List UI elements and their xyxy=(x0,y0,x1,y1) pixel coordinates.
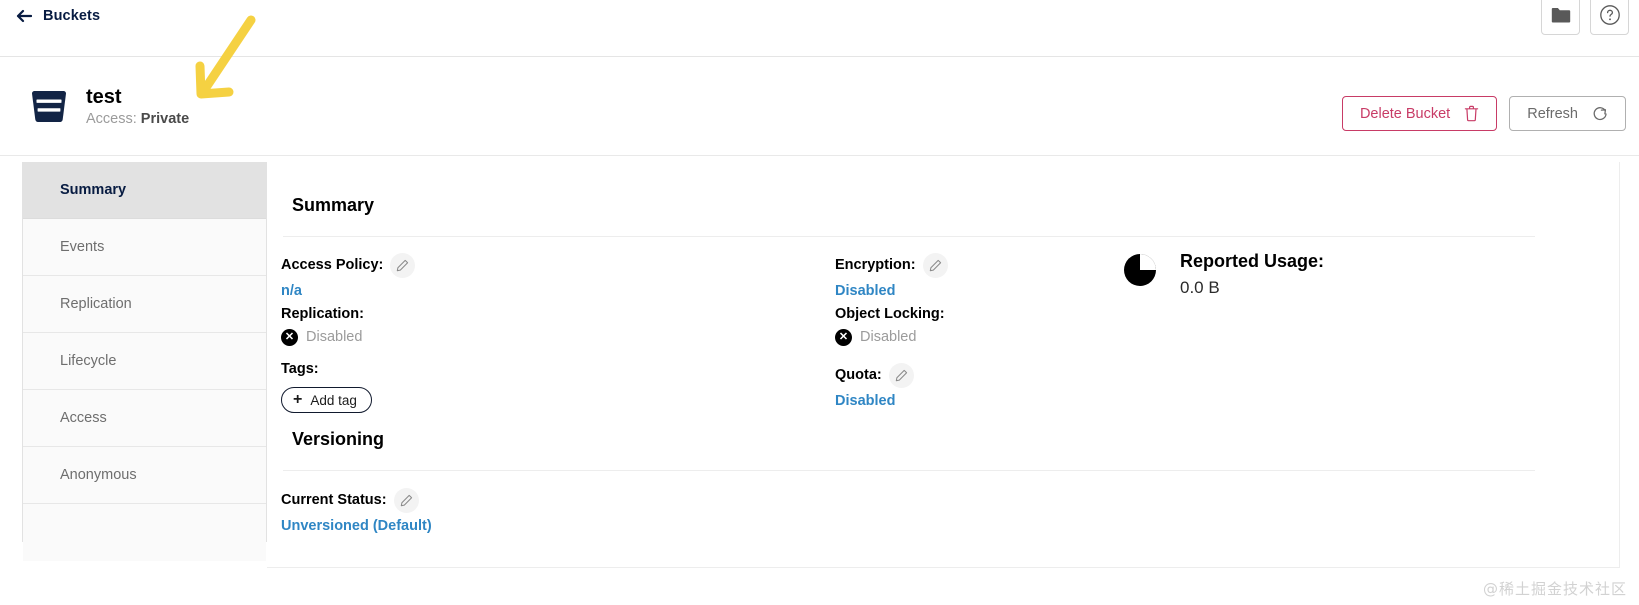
object-locking-label: Object Locking: xyxy=(835,306,945,322)
sidebar-filler xyxy=(23,504,266,561)
sidebar-item-label: Events xyxy=(60,239,105,255)
versioning-section-title: Versioning xyxy=(292,429,385,449)
bucket-detail-page: Buckets test Access: Private Delete Buck… xyxy=(0,0,1639,605)
pencil-icon xyxy=(929,259,942,272)
sidebar-item-label: Anonymous xyxy=(60,467,137,483)
current-status-label: Current Status: xyxy=(281,492,387,508)
quota-value[interactable]: Disabled xyxy=(835,393,895,409)
quota-label: Quota: xyxy=(835,367,882,383)
object-locking-label-row: Object Locking: xyxy=(835,305,945,324)
bucket-access-label: Access: xyxy=(86,111,137,127)
x-circle-icon: ✕ xyxy=(281,329,298,346)
trash-icon xyxy=(1464,105,1479,122)
folder-button[interactable] xyxy=(1541,0,1580,35)
quota-value-row: Disabled xyxy=(835,392,914,411)
sidebar-item-events[interactable]: Events xyxy=(23,219,266,276)
current-status-label-row: Current Status: xyxy=(281,488,432,513)
reported-usage-block: Reported Usage: 0.0 B xyxy=(1123,250,1324,300)
field-access-policy: Access Policy: n/a xyxy=(281,253,416,301)
sidebar-item-replication[interactable]: Replication xyxy=(23,276,266,333)
encryption-value[interactable]: Disabled xyxy=(835,283,895,299)
sidebar-item-label: Replication xyxy=(60,296,132,312)
back-to-buckets-link[interactable]: Buckets xyxy=(16,2,100,30)
encryption-label-row: Encryption: xyxy=(835,253,948,278)
refresh-icon xyxy=(1592,105,1608,122)
sidebar-item-label: Access xyxy=(60,410,107,426)
tags-label-row: Tags: xyxy=(281,360,372,379)
replication-value-row: ✕ Disabled xyxy=(281,328,364,347)
replication-label-row: Replication: xyxy=(281,305,364,324)
quota-label-row: Quota: xyxy=(835,363,914,388)
delete-bucket-button[interactable]: Delete Bucket xyxy=(1341,96,1498,131)
field-encryption: Encryption: Disabled xyxy=(835,253,948,301)
topbar-actions xyxy=(1541,0,1629,35)
add-tag-button[interactable]: + Add tag xyxy=(281,387,372,413)
bucket-icon xyxy=(27,85,71,129)
edit-access-policy-button[interactable] xyxy=(390,253,416,278)
help-circle-icon xyxy=(1599,4,1621,26)
bucket-access-value: Private xyxy=(140,111,190,127)
edit-current-status-button[interactable] xyxy=(393,488,419,513)
field-quota: Quota: Disabled xyxy=(835,363,914,411)
watermark: @稀土掘金技术社区 xyxy=(1482,580,1627,598)
pie-chart-icon xyxy=(1123,253,1157,287)
bucket-text: test Access: Private xyxy=(86,85,189,129)
encryption-label: Encryption: xyxy=(835,257,916,273)
current-status-value[interactable]: Unversioned (Default) xyxy=(281,518,432,534)
delete-bucket-label: Delete Bucket xyxy=(1359,105,1451,122)
field-replication: Replication: ✕ Disabled xyxy=(281,305,364,347)
field-current-status: Current Status: Unversioned (Default) xyxy=(281,488,432,536)
help-button[interactable] xyxy=(1590,0,1629,35)
back-link-label: Buckets xyxy=(43,8,101,24)
field-object-locking: Object Locking: ✕ Disabled xyxy=(835,305,945,347)
replication-label: Replication: xyxy=(281,306,364,322)
summary-divider xyxy=(283,236,1535,237)
tags-label: Tags: xyxy=(281,361,319,377)
access-policy-value[interactable]: n/a xyxy=(281,283,302,299)
bucket-name: test xyxy=(86,86,122,108)
bucket-header-actions: Delete Bucket Refresh xyxy=(1341,96,1626,131)
refresh-button-label: Refresh xyxy=(1527,105,1578,122)
object-locking-value: Disabled xyxy=(860,329,917,345)
reported-usage-label: Reported Usage: xyxy=(1180,251,1325,271)
plus-icon: + xyxy=(293,391,303,408)
replication-value: Disabled xyxy=(306,329,363,345)
edit-quota-button[interactable] xyxy=(888,363,914,388)
encryption-value-row: Disabled xyxy=(835,282,948,301)
field-tags: Tags: + Add tag xyxy=(281,360,372,413)
versioning-divider xyxy=(283,470,1535,471)
pencil-icon xyxy=(400,494,413,507)
folder-icon xyxy=(1551,7,1571,24)
reported-usage-text: Reported Usage: 0.0 B xyxy=(1180,250,1324,300)
bucket-header: test Access: Private Delete Bucket Refre… xyxy=(0,57,1639,156)
arrow-left-icon xyxy=(16,9,33,23)
x-circle-icon: ✕ xyxy=(835,329,852,346)
sidebar-item-summary[interactable]: Summary xyxy=(23,162,266,219)
add-tag-label: Add tag xyxy=(310,392,357,408)
bucket-identity: test Access: Private xyxy=(27,85,189,129)
edit-encryption-button[interactable] xyxy=(922,253,948,278)
reported-usage-value: 0.0 B xyxy=(1180,278,1220,297)
pencil-icon xyxy=(396,259,409,272)
summary-section-title: Summary xyxy=(292,195,375,215)
access-policy-label-row: Access Policy: xyxy=(281,253,416,278)
top-bar: Buckets xyxy=(0,0,1639,57)
pencil-icon xyxy=(895,369,908,382)
sidebar-item-label: Summary xyxy=(60,182,127,198)
sidebar-item-label: Lifecycle xyxy=(60,353,117,369)
sidebar-item-anonymous[interactable]: Anonymous xyxy=(23,447,266,504)
sidebar-item-lifecycle[interactable]: Lifecycle xyxy=(23,333,266,390)
object-locking-value-row: ✕ Disabled xyxy=(835,328,945,347)
access-policy-value-row: n/a xyxy=(281,282,415,301)
current-status-value-row: Unversioned (Default) xyxy=(281,517,432,536)
bucket-access: Access: Private xyxy=(86,110,189,129)
sidebar-item-access[interactable]: Access xyxy=(23,390,266,447)
access-policy-label: Access Policy: xyxy=(281,257,384,273)
refresh-button[interactable]: Refresh xyxy=(1509,96,1626,131)
summary-panel: Summary Access Policy: n/a Replication: … xyxy=(267,162,1620,568)
bucket-sidebar: Summary Events Replication Lifecycle Acc… xyxy=(22,162,267,561)
